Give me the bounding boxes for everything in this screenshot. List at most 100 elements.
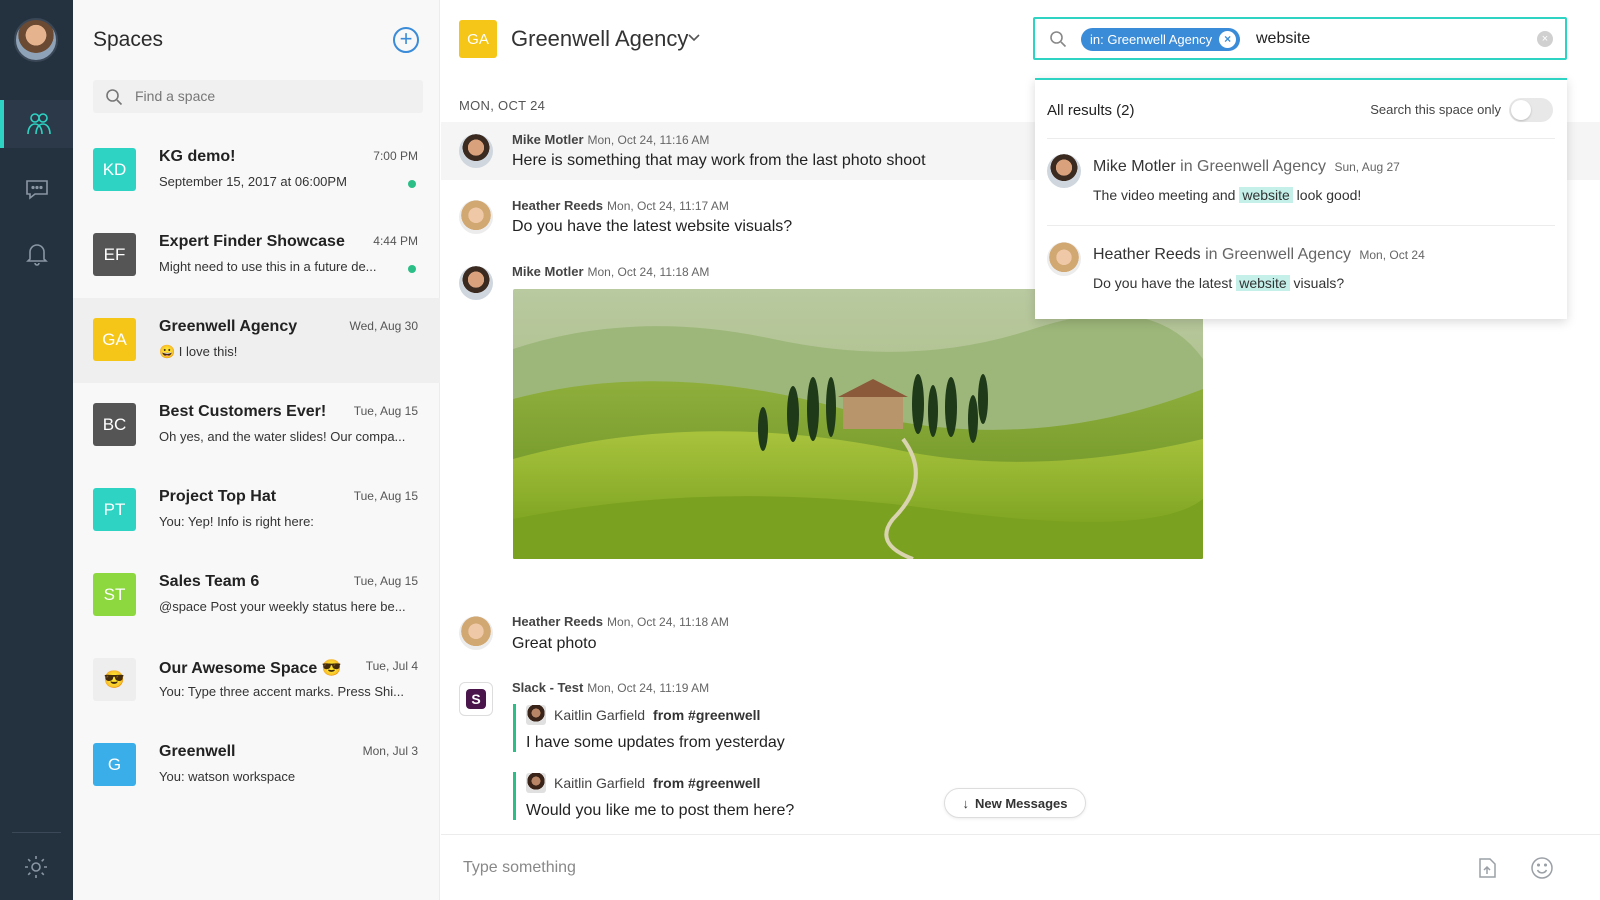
space-time: Tue, Jul 4 — [365, 659, 418, 673]
clear-search-icon[interactable]: × — [1537, 31, 1553, 47]
search-space-only-label: Search this space only — [1370, 102, 1501, 117]
space-tile: ST — [93, 573, 136, 616]
landscape-photo[interactable] — [513, 289, 1203, 559]
result-text: The video meeting and website look good! — [1093, 187, 1361, 203]
space-item[interactable]: G Greenwell Mon, Jul 3 You: watson works… — [73, 723, 440, 808]
space-name: Sales Team 6 — [159, 573, 260, 590]
result-text-after: visuals? — [1289, 275, 1345, 291]
avatar[interactable] — [459, 266, 493, 300]
message-time: Mon, Oct 24, 11:17 AM — [607, 199, 729, 213]
message-header: Heather Reeds Mon, Oct 24, 11:17 AM — [512, 198, 729, 213]
find-space-input[interactable]: Find a space — [93, 80, 423, 113]
svg-text:S: S — [471, 691, 480, 707]
space-tile: EF — [93, 233, 136, 276]
quoted-message: Kaitlin Garfield from #greenwell I have s… — [513, 704, 813, 752]
result-author: Heather Reeds — [1093, 246, 1201, 263]
avatar[interactable] — [459, 616, 493, 650]
message-text: Do you have the latest website visuals? — [512, 218, 793, 235]
space-item[interactable]: 😎 Our Awesome Space 😎 Tue, Jul 4 You: Ty… — [73, 638, 440, 723]
space-tile: 😎 — [93, 658, 136, 701]
message-composer[interactable]: Type something — [441, 834, 1600, 900]
messages-nav-icon[interactable] — [0, 165, 73, 213]
result-header: Heather Reeds in Greenwell Agency Mon, O… — [1093, 246, 1425, 264]
space-time: Mon, Jul 3 — [362, 744, 418, 758]
space-item[interactable]: KD KG demo! 7:00 PM September 15, 2017 a… — [73, 128, 440, 213]
space-time: 4:44 PM — [373, 234, 418, 248]
spaces-title: Spaces — [93, 28, 164, 51]
message-header: Heather Reeds Mon, Oct 24, 11:18 AM — [512, 614, 729, 629]
date-divider: MON, OCT 24 — [459, 98, 546, 113]
space-snippet: September 15, 2017 at 06:00PM — [159, 174, 347, 189]
rail-divider — [12, 832, 61, 833]
result-match-highlight: website — [1239, 187, 1293, 203]
settings-gear-icon[interactable] — [22, 853, 50, 881]
quote-text: Would you like me to post them here? — [526, 802, 795, 819]
divider — [1047, 138, 1555, 139]
notifications-bell-icon[interactable] — [0, 230, 73, 278]
unread-dot — [408, 180, 416, 188]
space-time: Tue, Aug 15 — [353, 574, 418, 588]
avatar — [526, 705, 546, 725]
space-snippet: Might need to use this in a future de... — [159, 259, 377, 274]
new-messages-button[interactable]: ↓ New Messages — [944, 788, 1086, 818]
author-name[interactable]: Slack - Test — [512, 680, 583, 695]
space-snippet: You: Type three accent marks. Press Shi.… — [159, 684, 404, 699]
result-date: Mon, Oct 24 — [1359, 248, 1425, 262]
divider — [1047, 225, 1555, 226]
space-time: 7:00 PM — [373, 149, 418, 163]
search-icon — [1050, 31, 1067, 48]
search-box[interactable]: in: Greenwell Agency × website × — [1033, 17, 1567, 60]
author-name[interactable]: Mike Motler — [512, 264, 584, 279]
message-time: Mon, Oct 24, 11:18 AM — [607, 615, 729, 629]
space-item[interactable]: BC Best Customers Ever! Tue, Aug 15 Oh y… — [73, 383, 440, 468]
file-upload-icon[interactable] — [1474, 855, 1500, 881]
quote-author: Kaitlin Garfield — [554, 707, 646, 723]
add-space-button[interactable]: + — [393, 27, 419, 53]
slack-logo-icon[interactable]: S — [459, 682, 493, 716]
space-item[interactable]: EF Expert Finder Showcase 4:44 PM Might … — [73, 213, 440, 298]
space-item[interactable]: ST Sales Team 6 Tue, Aug 15 @space Post … — [73, 553, 440, 638]
search-scope-chip[interactable]: in: Greenwell Agency × — [1081, 28, 1241, 51]
space-name: Greenwell Agency — [159, 318, 298, 335]
space-name: Our Awesome Space 😎 — [159, 660, 342, 677]
quote-author: Kaitlin Garfield — [554, 775, 646, 791]
search-results-dropdown: All results (2) Search this space only M… — [1035, 78, 1567, 319]
quote-channel: from #greenwell — [653, 707, 761, 723]
space-tile: GA — [93, 318, 136, 361]
space-snippet: You: Yep! Info is right here: — [159, 514, 314, 529]
space-time: Tue, Aug 15 — [353, 489, 418, 503]
author-name[interactable]: Mike Motler — [512, 132, 584, 147]
author-name[interactable]: Heather Reeds — [512, 614, 603, 629]
avatar[interactable] — [459, 134, 493, 168]
space-snippet: Oh yes, and the water slides! Our compa.… — [159, 429, 406, 444]
space-title[interactable]: Greenwell Agency — [511, 26, 688, 52]
find-space-placeholder: Find a space — [135, 88, 216, 104]
user-avatar[interactable] — [14, 18, 58, 62]
arrow-down-icon: ↓ — [962, 795, 970, 811]
results-count: All results (2) — [1047, 102, 1135, 119]
message-text: Here is something that may work from the… — [512, 152, 926, 169]
result-space: in Greenwell Agency — [1205, 246, 1351, 263]
spaces-nav-icon[interactable] — [0, 100, 73, 148]
search-result[interactable]: Mike Motler in Greenwell Agency Sun, Aug… — [1047, 154, 1555, 234]
space-time: Tue, Aug 15 — [353, 404, 418, 418]
search-query[interactable]: website — [1256, 30, 1310, 48]
space-item-selected[interactable]: GA Greenwell Agency Wed, Aug 30 😀 I love… — [73, 298, 440, 383]
left-rail — [0, 0, 73, 900]
search-space-only-toggle[interactable] — [1509, 98, 1553, 122]
emoji-icon[interactable] — [1529, 855, 1555, 881]
avatar[interactable] — [459, 200, 493, 234]
author-name[interactable]: Heather Reeds — [512, 198, 603, 213]
chevron-down-icon[interactable] — [687, 30, 701, 44]
space-item[interactable]: PT Project Top Hat Tue, Aug 15 You: Yep!… — [73, 468, 440, 553]
remove-scope-icon[interactable]: × — [1219, 31, 1237, 48]
message[interactable]: Heather Reeds Mon, Oct 24, 11:18 AM Great… — [441, 610, 1600, 668]
search-result[interactable]: Heather Reeds in Greenwell Agency Mon, O… — [1047, 242, 1555, 322]
space-tile: KD — [93, 148, 136, 191]
message[interactable]: S Slack - Test Mon, Oct 24, 11:19 AM — [441, 676, 1600, 716]
result-text-before: Do you have the latest — [1093, 275, 1237, 291]
message-time: Mon, Oct 24, 11:18 AM — [587, 265, 710, 279]
new-messages-label: New Messages — [975, 795, 1068, 811]
result-text-after: look good! — [1292, 187, 1362, 203]
result-text: Do you have the latest website visuals? — [1093, 275, 1344, 291]
